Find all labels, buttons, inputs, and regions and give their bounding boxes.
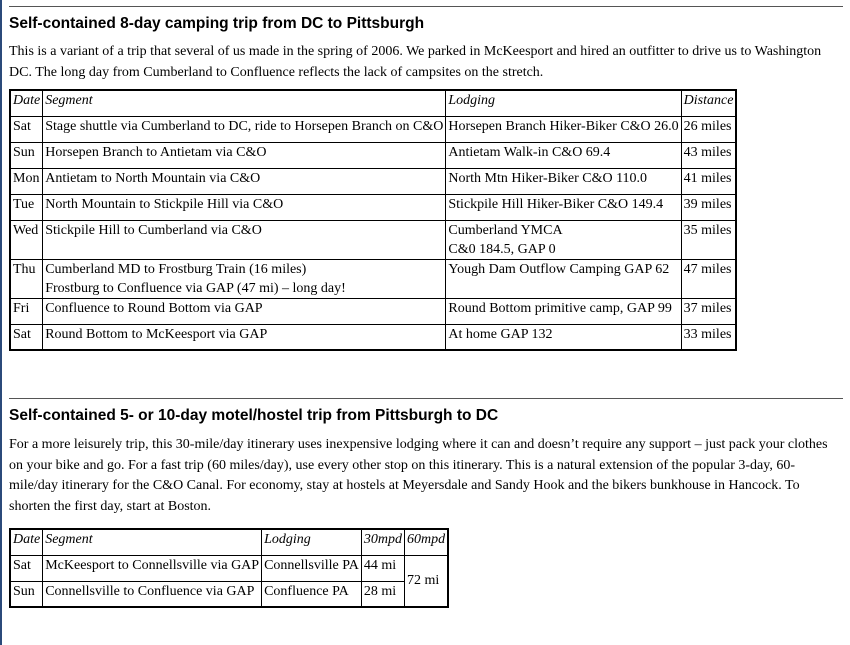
cell-distance: 47 miles bbox=[680, 258, 737, 299]
left-border bbox=[0, 0, 2, 645]
itinerary-table-camping: Date Segment Lodging Distance Sat Stage s… bbox=[9, 89, 738, 351]
cell-segment: McKeesport to Connellsville via GAP bbox=[42, 554, 263, 582]
table-row: Thu Cumberland MD to Frostburg Train (16 … bbox=[9, 258, 737, 299]
table-header-row: Date Segment Lodging 30mpd 60mpd bbox=[9, 528, 449, 556]
cell-lodging: At home GAP 132 bbox=[445, 323, 682, 351]
section-divider bbox=[9, 398, 843, 399]
cell-distance: 26 miles bbox=[680, 115, 737, 143]
cell-distance: 33 miles bbox=[680, 323, 737, 351]
table-row: Sat Stage shuttle via Cumberland to DC, r… bbox=[9, 115, 737, 143]
cell-segment-line: Cumberland MD to Frostburg Train (16 mil… bbox=[45, 261, 307, 277]
cell-segment: North Mountain to Stickpile Hill via C&O bbox=[42, 193, 447, 221]
cell-lodging-line: C&0 184.5, GAP 0 bbox=[448, 241, 556, 257]
cell-lodging: North Mtn Hiker-Biker C&O 110.0 bbox=[445, 167, 682, 195]
table-row: Wed Stickpile Hill to Cumberland via C&O C… bbox=[9, 219, 737, 260]
table-row: Sat Round Bottom to McKeesport via GAP At … bbox=[9, 323, 737, 351]
header-segment: Segment bbox=[42, 89, 447, 117]
cell-lodging: Yough Dam Outflow Camping GAP 62 bbox=[445, 258, 682, 299]
cell-segment: Antietam to North Mountain via C&O bbox=[42, 167, 447, 195]
cell-date: Thu bbox=[9, 258, 44, 299]
section-intro: This is a variant of a trip that several… bbox=[9, 44, 822, 80]
header-date: Date bbox=[9, 528, 44, 556]
cell-date: Sun bbox=[9, 141, 44, 169]
section-intro: For a more leisurely trip, this 30-mile/… bbox=[9, 437, 828, 514]
table-header-row: Date Segment Lodging Distance bbox=[9, 89, 737, 117]
section-title: Self-contained 5- or 10-day motel/hostel… bbox=[9, 407, 499, 424]
header-distance: Distance bbox=[680, 89, 737, 117]
cell-segment: Cumberland MD to Frostburg Train (16 mil… bbox=[42, 258, 447, 299]
cell-distance: 41 miles bbox=[680, 167, 737, 195]
cell-lodging: Cumberland YMCA C&0 184.5, GAP 0 bbox=[445, 219, 682, 260]
table-row: Sun Horsepen Branch to Antietam via C&O An… bbox=[9, 141, 737, 169]
cell-lodging: Antietam Walk-in C&O 69.4 bbox=[445, 141, 682, 169]
cell-date: Sat bbox=[9, 554, 44, 582]
cell-30mpd: 44 mi bbox=[360, 554, 406, 582]
table-row: Tue North Mountain to Stickpile Hill via … bbox=[9, 193, 737, 221]
cell-lodging-line: Cumberland YMCA bbox=[448, 222, 563, 238]
itinerary-table-motel: Date Segment Lodging 30mpd 60mpd Sat McKe… bbox=[9, 528, 450, 608]
cell-lodging: Round Bottom primitive camp, GAP 99 bbox=[445, 297, 682, 325]
cell-segment-line: Frostburg to Confluence via GAP (47 mi) … bbox=[45, 280, 346, 296]
cell-lodging: Horsepen Branch Hiker-Biker C&O 26.0 bbox=[445, 115, 682, 143]
cell-30mpd: 28 mi bbox=[360, 580, 406, 608]
cell-date: Sun bbox=[9, 580, 44, 608]
cell-lodging: Confluence PA bbox=[261, 580, 362, 608]
cell-segment: Stickpile Hill to Cumberland via C&O bbox=[42, 219, 447, 260]
cell-segment: Connellsville to Confluence via GAP bbox=[42, 580, 263, 608]
cell-date: Sat bbox=[9, 115, 44, 143]
cell-distance: 35 miles bbox=[680, 219, 737, 260]
table-row: Mon Antietam to North Mountain via C&O Nor… bbox=[9, 167, 737, 195]
cell-60mpd: 72 mi bbox=[404, 554, 449, 608]
cell-date: Tue bbox=[9, 193, 44, 221]
header-60mpd: 60mpd bbox=[404, 528, 449, 556]
cell-lodging: Connellsville PA bbox=[261, 554, 362, 582]
cell-date: Fri bbox=[9, 297, 44, 325]
table-row: Fri Confluence to Round Bottom via GAP Rou… bbox=[9, 297, 737, 325]
cell-date: Wed bbox=[9, 219, 44, 260]
header-lodging: Lodging bbox=[445, 89, 682, 117]
table-body: Sat McKeesport to Connellsville via GAP Co… bbox=[9, 554, 449, 608]
cell-segment: Horsepen Branch to Antietam via C&O bbox=[42, 141, 447, 169]
cell-date: Mon bbox=[9, 167, 44, 195]
section-title: Self-contained 8-day camping trip from D… bbox=[9, 15, 425, 32]
table-row: Sun Connellsville to Confluence via GAP Co… bbox=[9, 580, 448, 608]
cell-date: Sat bbox=[9, 323, 44, 351]
cell-segment: Stage shuttle via Cumberland to DC, ride… bbox=[42, 115, 447, 143]
cell-distance: 39 miles bbox=[680, 193, 737, 221]
header-30mpd: 30mpd bbox=[360, 528, 406, 556]
cell-segment: Round Bottom to McKeesport via GAP bbox=[42, 323, 447, 351]
header-lodging: Lodging bbox=[261, 528, 362, 556]
cell-segment: Confluence to Round Bottom via GAP bbox=[42, 297, 447, 325]
header-date: Date bbox=[9, 89, 44, 117]
cell-distance: 43 miles bbox=[680, 141, 737, 169]
section-divider bbox=[9, 6, 843, 7]
table-row: Sat McKeesport to Connellsville via GAP Co… bbox=[9, 554, 449, 608]
cell-distance: 37 miles bbox=[680, 297, 737, 325]
page-content: Self-contained 8-day camping trip from D… bbox=[9, 0, 843, 608]
cell-lodging: Stickpile Hill Hiker-Biker C&O 149.4 bbox=[445, 193, 682, 221]
header-segment: Segment bbox=[42, 528, 263, 556]
table-body: Sat Stage shuttle via Cumberland to DC, r… bbox=[9, 115, 737, 351]
